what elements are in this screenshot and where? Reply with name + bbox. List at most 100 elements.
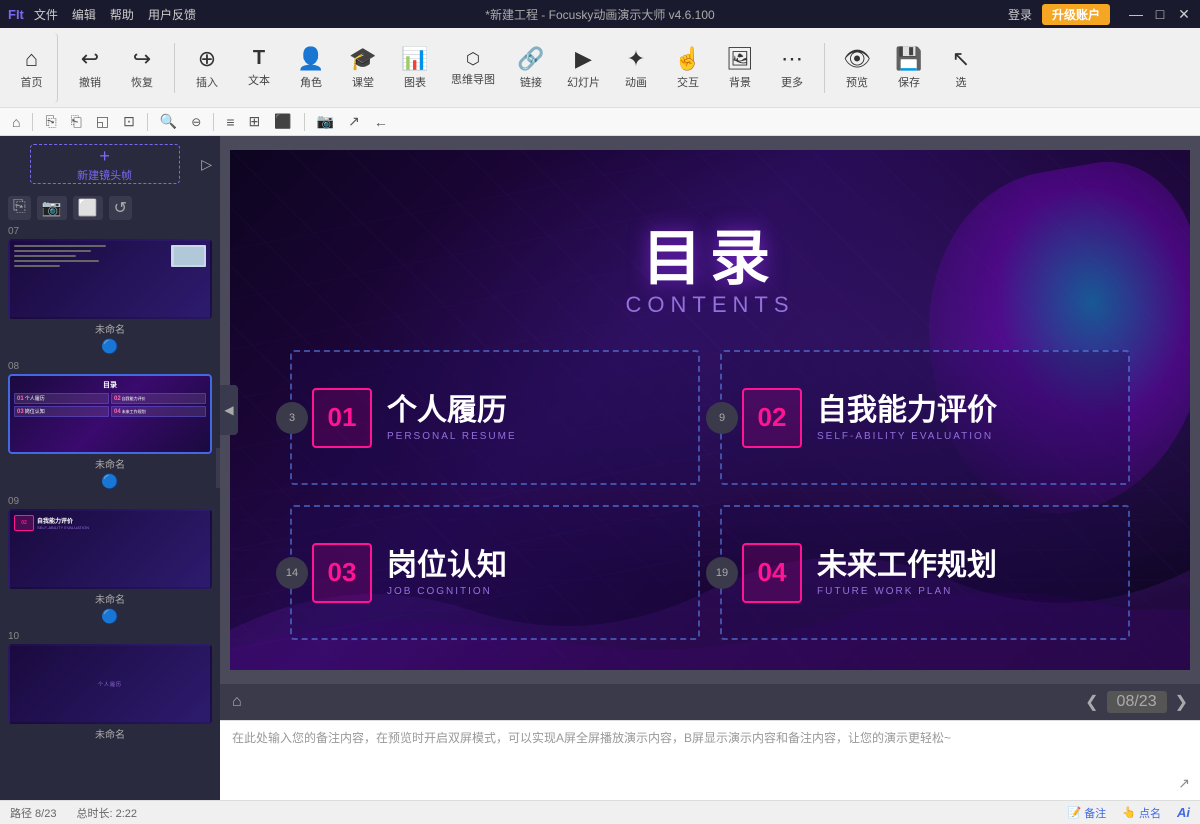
slide-sub-title: CONTENTS: [230, 292, 1190, 318]
expand-icon-07[interactable]: 🔵: [8, 338, 212, 355]
app-logo: FIt: [8, 7, 24, 22]
toolbar-insert[interactable]: ⊕ 插入: [183, 33, 231, 103]
card-text-01: 个人履历 PERSONAL RESUME: [387, 394, 678, 442]
slide-number-09: 09: [8, 496, 212, 507]
subtoolbar-zoomout[interactable]: ⊖: [187, 113, 205, 131]
prev-slide-button[interactable]: ❮: [1085, 692, 1098, 712]
subtoolbar-expand[interactable]: ↗: [344, 111, 364, 132]
subtoolbar-navigate[interactable]: ←: [370, 112, 392, 132]
class-label: 课堂: [352, 74, 374, 90]
notes-area[interactable]: 在此处输入您的备注内容，在预览时开启双屏模式，可以实现A屏全屏播放演示内容，B屏…: [220, 720, 1200, 800]
content-card-03[interactable]: 14 03 岗位认知 JOB COGNITION: [290, 505, 700, 640]
next-slide-button[interactable]: ❯: [1175, 692, 1188, 712]
subtoolbar-zoomin[interactable]: 🔍: [156, 111, 181, 132]
sub-sep-2: [147, 113, 148, 131]
subtoolbar-copy[interactable]: ⎘: [41, 111, 60, 132]
interact-icon: ☝: [674, 46, 701, 72]
toolbar-chart[interactable]: 📊 图表: [391, 33, 439, 103]
add-frame-button[interactable]: + 新建镜头帧: [30, 144, 180, 184]
expand-icon-09[interactable]: 🔵: [8, 608, 212, 625]
menu-item-feedback[interactable]: 用户反馈: [148, 6, 196, 23]
camera-button[interactable]: 📷: [37, 196, 67, 220]
content-card-02[interactable]: 9 02 自我能力评价 SELF-ABILITY EVALUATION: [720, 350, 1130, 485]
login-button[interactable]: 登录: [1008, 6, 1032, 23]
slide-canvas: 目录 CONTENTS 3 01 个人履历 PERSONAL RESUME: [230, 150, 1190, 670]
status-path: 路径 8/23: [10, 805, 56, 821]
content-grid: 3 01 个人履历 PERSONAL RESUME 9 02: [290, 350, 1130, 640]
titlebar: FIt 文件 编辑 帮助 用户反馈 *新建工程 - Focusky动画演示大师 …: [0, 0, 1200, 28]
menu-item-help[interactable]: 帮助: [110, 6, 134, 23]
menu-item-edit[interactable]: 编辑: [72, 6, 96, 23]
content-card-01[interactable]: 3 01 个人履历 PERSONAL RESUME: [290, 350, 700, 485]
mindmap-icon: ⬡: [466, 49, 480, 69]
toolbar-bg[interactable]: 🖼 背景: [716, 33, 764, 103]
subtoolbar-fill[interactable]: ⬛: [270, 111, 295, 132]
slide-thumb-content-10: 个人履历: [10, 646, 210, 722]
toolbar-role[interactable]: 👤 角色: [287, 33, 335, 103]
canvas-navigation: ❮ 08/23 ❯: [1085, 691, 1188, 713]
thumb-cell-01: 01个人履历: [14, 393, 109, 404]
copy-frame-button[interactable]: ⎘: [8, 196, 31, 220]
rotate-button[interactable]: ↺: [109, 196, 132, 220]
subtoolbar-layers[interactable]: ⊞: [245, 111, 265, 132]
expand-icon-08[interactable]: 🔵: [8, 473, 212, 490]
toolbar-class[interactable]: 🎓 课堂: [339, 33, 387, 103]
subtoolbar-screenshot[interactable]: 📷: [313, 111, 338, 132]
sidebar: + 新建镜头帧 ▷ ⎘ 📷 ⬜ ↺ 07: [0, 136, 220, 800]
subtoolbar-home[interactable]: ⌂: [8, 112, 24, 132]
toolbar-link[interactable]: 🔗 链接: [507, 33, 555, 103]
slide-thumb-content-09: 02 自我能力评价 SELF-ABILITY EVALUATION: [10, 511, 210, 587]
minimize-button[interactable]: —: [1128, 6, 1144, 23]
slide-thumb-08[interactable]: 目录 01个人履历 02自我能力评价 03岗位认知: [8, 374, 212, 454]
slide-thumb-content-08: 目录 01个人履历 02自我能力评价 03岗位认知: [10, 376, 210, 452]
slide-thumb-07[interactable]: [8, 239, 212, 319]
subtoolbar-align[interactable]: ≡: [222, 112, 238, 132]
chart-icon: 📊: [401, 46, 428, 72]
toolbar-preview[interactable]: 👁 预览: [833, 33, 881, 103]
canvas-home-icon[interactable]: ⌂: [232, 693, 242, 711]
titlebar-menu: 文件 编辑 帮助 用户反馈: [34, 6, 196, 23]
subtoolbar-grid[interactable]: ⊡: [119, 111, 139, 132]
animation-label: 动画: [625, 74, 647, 90]
upgrade-button[interactable]: 升级账户: [1042, 4, 1110, 25]
slide-item-07: 07: [8, 226, 212, 355]
card-cn-01: 个人履历: [387, 394, 678, 427]
sidebar-collapse-button[interactable]: ◀: [216, 448, 220, 488]
restore-button[interactable]: □: [1152, 6, 1168, 23]
subtoolbar-paste[interactable]: ⎗: [67, 111, 86, 132]
toolbar-more[interactable]: ⋯ 更多: [768, 33, 816, 103]
menu-item-file[interactable]: 文件: [34, 6, 58, 23]
toolbar-slide[interactable]: ▶ 幻灯片: [559, 33, 608, 103]
slide-item-09: 09 02 自我能力评价 SELF-ABILITY EVALUATION 未命名…: [8, 496, 212, 625]
content-card-04[interactable]: 19 04 未来工作规划 FUTURE WORK PLAN: [720, 505, 1130, 640]
close-button[interactable]: ✕: [1176, 6, 1192, 23]
card-num-04: 04: [758, 557, 787, 588]
undo-label: 撤销: [79, 74, 101, 90]
sidebar-arrow[interactable]: ▷: [201, 156, 212, 173]
toolbar-select[interactable]: ↖ 选: [937, 33, 985, 103]
toolbar-mindmap[interactable]: ⬡ 思维导图: [443, 33, 503, 103]
fit-button[interactable]: ⬜: [73, 196, 103, 220]
toolbar-separator-1: [174, 43, 175, 93]
toolbar-home[interactable]: ⌂ 首页: [10, 33, 58, 103]
toolbar-text[interactable]: T 文本: [235, 33, 283, 103]
role-icon: 👤: [297, 46, 324, 72]
card-cn-04: 未来工作规划: [817, 549, 1108, 582]
toolbar-save[interactable]: 💾 保存: [885, 33, 933, 103]
subtoolbar-frame[interactable]: ◱: [92, 111, 113, 132]
canvas-wrapper[interactable]: ◀: [220, 136, 1200, 684]
notes-button[interactable]: 📝 备注: [1068, 805, 1107, 821]
slide-thumb-09[interactable]: 02 自我能力评价 SELF-ABILITY EVALUATION: [8, 509, 212, 589]
toolbar-interact[interactable]: ☝ 交互: [664, 33, 712, 103]
card-num-03: 03: [328, 557, 357, 588]
card-en-04: FUTURE WORK PLAN: [817, 586, 1108, 597]
slide-thumb-10[interactable]: 个人履历: [8, 644, 212, 724]
canvas-sidebar-toggle[interactable]: ◀: [220, 385, 238, 435]
notes-expand-icon[interactable]: ↗: [1178, 772, 1190, 794]
toolbar-undo[interactable]: ↩ 撤销: [66, 33, 114, 103]
toolbar-animation[interactable]: ✦ 动画: [612, 33, 660, 103]
pointname-button[interactable]: 👆 点名: [1122, 805, 1161, 821]
preview-icon: 👁: [843, 46, 871, 72]
toolbar-redo[interactable]: ↪ 恢复: [118, 33, 166, 103]
card-box-02: 02: [742, 388, 802, 448]
